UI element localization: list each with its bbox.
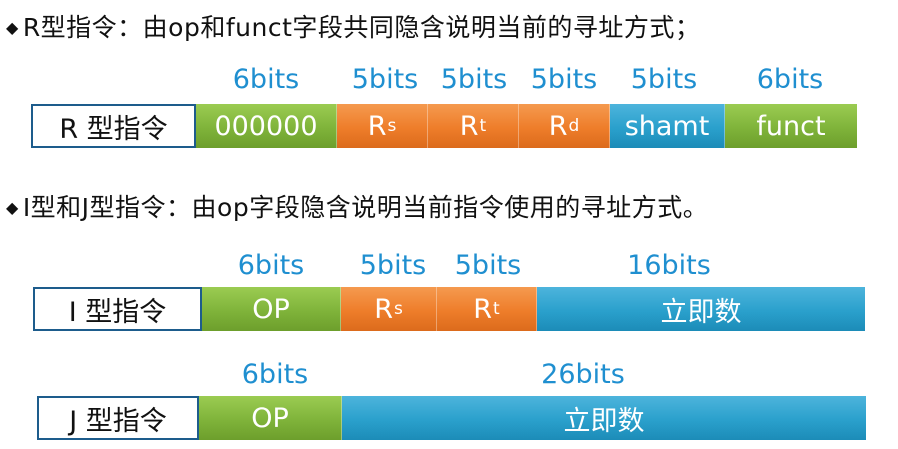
r-bits-rt: 5bits	[440, 64, 508, 95]
diamond-bullet-icon: ◆	[6, 198, 19, 217]
i-field-rt-sub: t	[493, 299, 500, 319]
i-bits-rs: 5bits	[359, 250, 427, 281]
r-field-rt: Rt	[428, 104, 519, 148]
i-field-immediate: 立即数	[537, 287, 865, 331]
j-format-label: J 型指令	[37, 396, 199, 440]
r-field-shamt: shamt	[610, 104, 725, 148]
i-field-rs-sub: s	[393, 299, 403, 319]
i-field-rt-text: R	[473, 293, 493, 325]
r-type-heading: ◆ R型指令：由op和funct字段共同隐含说明当前的寻址方式；	[6, 8, 700, 44]
r-bits-shamt: 5bits	[630, 64, 698, 95]
r-format-row: R 型指令 000000 Rs Rt Rd shamt funct	[31, 104, 857, 148]
i-bits-rt: 5bits	[454, 250, 522, 281]
r-field-rt-sub: t	[479, 116, 487, 136]
i-bits-imm: 16bits	[627, 250, 711, 281]
diamond-bullet-icon: ◆	[6, 18, 19, 37]
j-bits-op: 6bits	[241, 359, 309, 390]
ij-type-heading-text: I型和J型指令：由op字段隐含说明当前指令使用的寻址方式。	[22, 193, 709, 222]
i-format-row: I 型指令 OP Rs Rt 立即数	[33, 287, 865, 331]
j-format-row: J 型指令 OP 立即数	[37, 396, 866, 440]
r-bits-rs: 5bits	[351, 64, 419, 95]
j-field-op-text: OP	[251, 402, 289, 434]
r-format-label: R 型指令	[31, 104, 196, 148]
r-field-rt-text: R	[459, 110, 479, 142]
j-field-immediate-text: 立即数	[563, 405, 645, 437]
i-bits-op: 6bits	[237, 250, 305, 281]
i-format-label: I 型指令	[33, 287, 202, 331]
r-field-rs-text: R	[367, 110, 387, 142]
i-field-rt: Rt	[437, 287, 537, 331]
r-type-heading-text: R型指令：由op和funct字段共同隐含说明当前的寻址方式；	[22, 13, 701, 42]
r-field-shamt-text: shamt	[624, 110, 710, 142]
r-bits-op: 6bits	[232, 64, 300, 95]
j-field-op: OP	[199, 396, 342, 440]
r-field-funct-text: funct	[756, 110, 826, 142]
r-field-op-text: 000000	[214, 110, 318, 142]
r-bits-funct: 6bits	[756, 64, 824, 95]
r-field-rd-text: R	[548, 110, 568, 142]
r-field-funct: funct	[725, 104, 857, 148]
i-field-rs-text: R	[374, 293, 393, 325]
ij-type-heading: ◆ I型和J型指令：由op字段隐含说明当前指令使用的寻址方式。	[6, 188, 708, 224]
r-field-op: 000000	[196, 104, 337, 148]
i-field-immediate-text: 立即数	[660, 296, 742, 328]
r-bits-rd: 5bits	[530, 64, 598, 95]
j-bits-addr: 26bits	[541, 359, 625, 390]
i-field-op-text: OP	[252, 293, 290, 325]
j-field-immediate: 立即数	[342, 396, 866, 440]
r-field-rs-sub: s	[387, 116, 397, 136]
i-field-op: OP	[202, 287, 341, 331]
i-field-rs: Rs	[341, 287, 437, 331]
r-field-rd-sub: d	[568, 116, 580, 136]
r-field-rs: Rs	[337, 104, 428, 148]
r-field-rd: Rd	[519, 104, 610, 148]
